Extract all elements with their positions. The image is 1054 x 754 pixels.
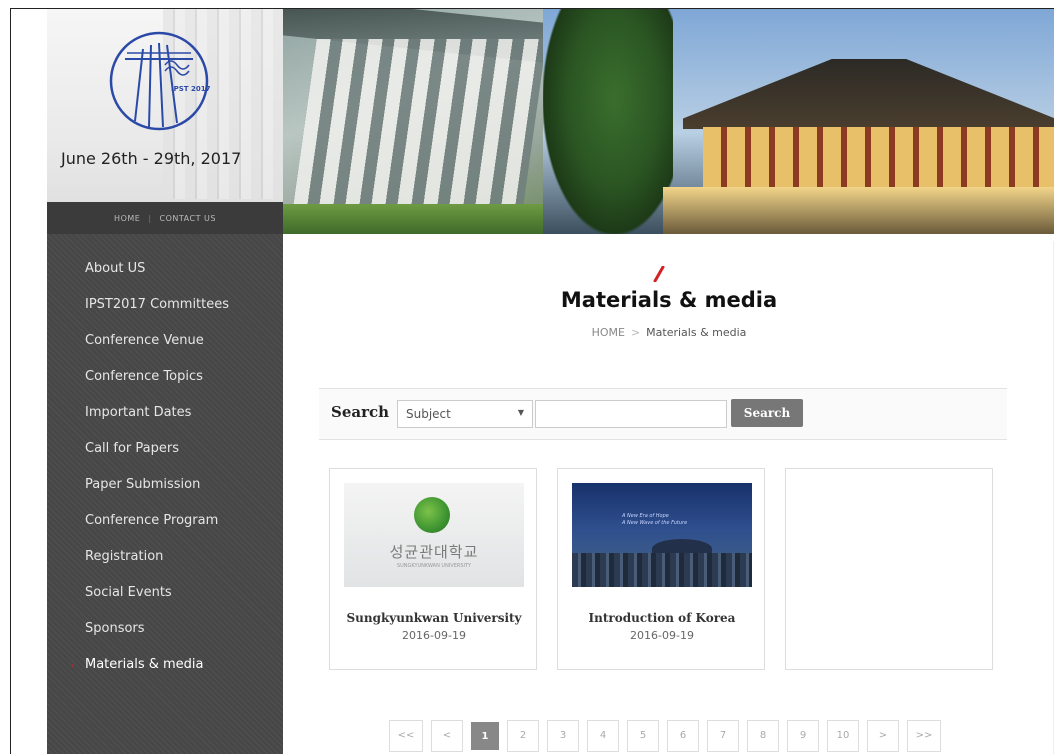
sidebar-item[interactable]: Sponsors: [47, 620, 283, 656]
building-trees: [283, 204, 543, 234]
sidebar-item[interactable]: Conference Venue: [47, 332, 283, 368]
sidebar-item[interactable]: › Materials & media: [47, 656, 283, 692]
sidebar-item-label: IPST2017 Committees: [85, 297, 230, 312]
ipst-logo-icon[interactable]: IPST 2017: [107, 29, 211, 133]
page-number-button[interactable]: 5: [627, 720, 659, 752]
search-field-select[interactable]: Subject ▼: [397, 400, 533, 428]
sidebar-item-label: Conference Venue: [85, 333, 204, 348]
sidebar-item-label: About US: [85, 261, 146, 276]
page-number-button[interactable]: 3: [547, 720, 579, 752]
sidebar-item[interactable]: Registration: [47, 548, 283, 584]
page-number-button[interactable]: 8: [747, 720, 779, 752]
palace-base: [663, 187, 1054, 234]
banner-photo-palace: [543, 9, 1054, 234]
media-card-korea[interactable]: A New Era of Hope A New Wave of the Futu…: [557, 468, 765, 670]
page-number-button[interactable]: 10: [827, 720, 859, 752]
breadcrumb-current: Materials & media: [646, 326, 747, 339]
active-marker-icon: ›: [71, 661, 75, 671]
sidebar-item[interactable]: Paper Submission: [47, 476, 283, 512]
sidebar-item-label: Sponsors: [85, 621, 145, 636]
topnav-separator: |: [148, 213, 152, 223]
search-bar: Search Subject ▼ Search: [319, 388, 1007, 440]
topnav-contact-link[interactable]: CONTACT US: [160, 214, 216, 223]
thumb-caption: A New Era of Hope A New Wave of the Futu…: [622, 513, 687, 527]
sidebar-item-label: Registration: [85, 549, 164, 564]
thumb-korean-text: 성균관대학교: [389, 543, 479, 561]
sidebar-list: About US IPST2017 Committees Conference Ve…: [47, 234, 283, 692]
topnav-home-link[interactable]: HOME: [114, 214, 140, 223]
palace-roof: [683, 59, 1054, 129]
sidebar-item[interactable]: Call for Papers: [47, 440, 283, 476]
banner-photo-building: [283, 9, 543, 234]
thumb-english-text: SUNGKYUNKWAN UNIVERSITY: [396, 563, 472, 569]
media-card-skku[interactable]: 성균관대학교 SUNGKYUNKWAN UNIVERSITY Sungkyunk…: [329, 468, 537, 670]
breadcrumb-separator: >: [630, 326, 641, 339]
thumb-city: [572, 553, 752, 587]
logo-text: IPST 2017: [171, 85, 211, 93]
sidebar-item-label: Important Dates: [85, 405, 192, 420]
thumb-caption-line-1: A New Era of Hope: [622, 513, 669, 519]
top-nav: HOME | CONTACT US: [47, 202, 283, 234]
sidebar-item[interactable]: IPST2017 Committees: [47, 296, 283, 332]
media-card-date: 2016-09-19: [630, 629, 694, 642]
page-last-button[interactable]: >>: [907, 720, 941, 752]
conference-dates: June 26th - 29th, 2017: [61, 149, 242, 168]
search-input[interactable]: [535, 400, 727, 428]
header-banner: IPST 2017 June 26th - 29th, 2017 HOME | …: [47, 9, 1054, 234]
page-title: Materials & media: [560, 288, 778, 312]
page-number-button[interactable]: 7: [707, 720, 739, 752]
sidebar-item[interactable]: Conference Topics: [47, 368, 283, 404]
page-number-button[interactable]: 2: [507, 720, 539, 752]
media-thumbnail[interactable]: 성균관대학교 SUNGKYUNKWAN UNIVERSITY: [344, 483, 524, 587]
sidebar-item-label: Call for Papers: [85, 441, 179, 456]
sidebar-item[interactable]: Important Dates: [47, 404, 283, 440]
search-label: Search: [331, 403, 390, 421]
media-card-title[interactable]: Sungkyunkwan University: [330, 611, 538, 625]
title-accent-icon: [653, 266, 665, 282]
media-grid: 성균관대학교 SUNGKYUNKWAN UNIVERSITY Sungkyunk…: [329, 468, 993, 670]
skku-leaf-icon: [414, 497, 450, 533]
media-card-title[interactable]: Introduction of Korea: [558, 611, 766, 625]
page-number-button[interactable]: 9: [787, 720, 819, 752]
page-prev-button[interactable]: <: [431, 720, 463, 752]
page-number-button[interactable]: 4: [587, 720, 619, 752]
breadcrumb: HOME > Materials & media: [283, 326, 1054, 339]
page-number-button[interactable]: 1: [471, 722, 499, 750]
chevron-down-icon: ▼: [517, 408, 524, 417]
sidebar-item[interactable]: Social Events: [47, 584, 283, 620]
palace-body: [703, 127, 1054, 187]
page-first-button[interactable]: <<: [389, 720, 423, 752]
page-frame: IPST 2017 June 26th - 29th, 2017 HOME | …: [10, 8, 1054, 754]
palace-tree: [543, 9, 673, 234]
pagination: << <1 2 3 4 5 6 7 8 9 10 > >>: [389, 720, 941, 752]
media-card-empty: [785, 468, 993, 670]
main-content: Materials & media HOME > Materials & media…: [283, 234, 1054, 754]
sidebar-item-label: Paper Submission: [85, 477, 201, 492]
search-button[interactable]: Search: [731, 399, 803, 427]
breadcrumb-home[interactable]: HOME: [592, 326, 625, 339]
sidebar-item-label: Conference Topics: [85, 369, 203, 384]
sidebar-item[interactable]: About US: [47, 260, 283, 296]
page-number-button[interactable]: 6: [667, 720, 699, 752]
sidebar-item-label: Conference Program: [85, 513, 219, 528]
search-select-value: Subject: [406, 407, 451, 421]
logo-panel: IPST 2017 June 26th - 29th, 2017 HOME | …: [47, 9, 283, 234]
media-card-date: 2016-09-19: [402, 629, 466, 642]
sidebar-item[interactable]: Conference Program: [47, 512, 283, 548]
page-next-button[interactable]: >: [867, 720, 899, 752]
thumb-caption-line-2: A New Wave of the Future: [622, 520, 688, 526]
media-thumbnail[interactable]: A New Era of Hope A New Wave of the Futu…: [572, 483, 752, 587]
sidebar-item-label: Materials & media: [85, 657, 204, 672]
sidebar-item-label: Social Events: [85, 585, 172, 600]
sidebar-nav: About US IPST2017 Committees Conference Ve…: [47, 234, 283, 754]
